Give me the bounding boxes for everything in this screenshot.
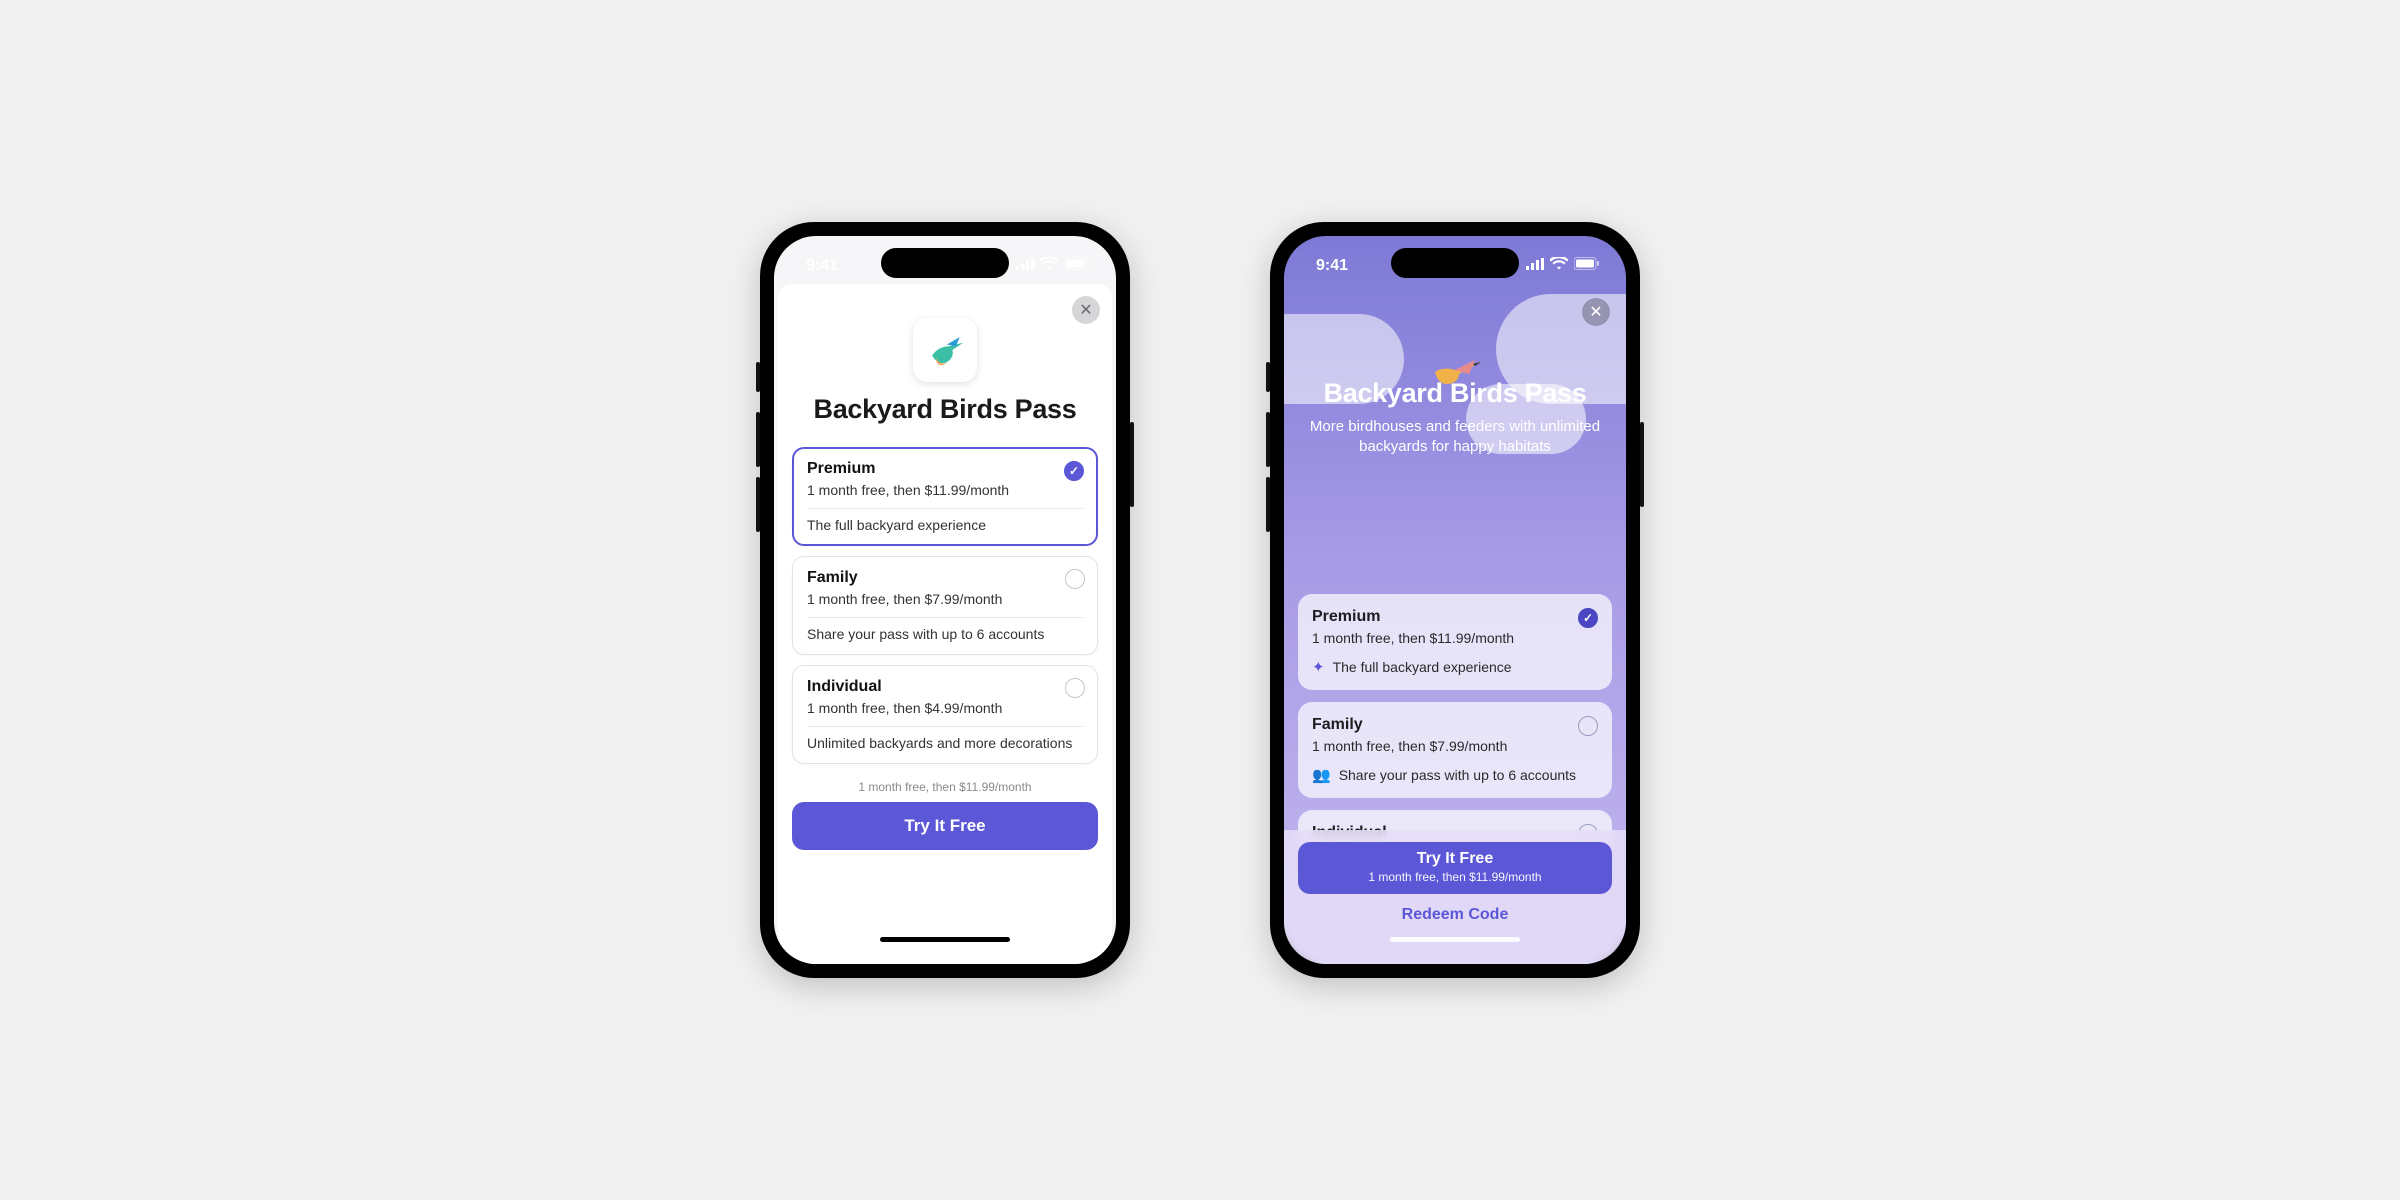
plan-desc: The full backyard experience — [807, 517, 1083, 533]
plan-desc: The full backyard experience — [1333, 659, 1512, 675]
plan-option-family[interactable]: Family 1 month free, then $7.99/month 👥 … — [1298, 702, 1612, 798]
radio-checked-icon — [1578, 608, 1598, 628]
plan-name: Individual — [807, 678, 1083, 696]
plan-price: 1 month free, then $11.99/month — [807, 482, 1083, 498]
cta-block: 1 month free, then $11.99/month Try It F… — [792, 780, 1098, 880]
paywall-title: Backyard Birds Pass — [792, 394, 1098, 425]
cta-subnote: 1 month free, then $11.99/month — [792, 780, 1098, 794]
side-button — [756, 412, 760, 467]
side-button — [756, 477, 760, 532]
try-free-button[interactable]: Try It Free 1 month free, then $11.99/mo… — [1298, 842, 1612, 894]
side-button — [756, 362, 760, 392]
plan-desc: Unlimited backyards and more decorations — [807, 735, 1083, 751]
radio-unchecked-icon — [1578, 716, 1598, 736]
wifi-icon — [1040, 257, 1058, 275]
plan-price: 1 month free, then $4.99/month — [807, 700, 1083, 716]
wifi-icon — [1550, 257, 1568, 275]
home-indicator[interactable] — [1390, 937, 1520, 942]
app-icon — [913, 318, 977, 382]
plan-name: Premium — [1312, 608, 1598, 626]
status-bar: 9:41 — [1284, 236, 1626, 284]
try-free-button[interactable]: Try It Free — [792, 802, 1098, 850]
home-indicator[interactable] — [880, 937, 1010, 942]
plan-name: Premium — [807, 460, 1083, 478]
screen: 9:41 ✕ — [1284, 236, 1626, 964]
plan-option-premium[interactable]: Premium 1 month free, then $11.99/month … — [792, 447, 1098, 546]
paywall-subtitle: More birdhouses and feeders with unlimit… — [1304, 417, 1606, 458]
plan-price: 1 month free, then $7.99/month — [807, 591, 1083, 607]
divider — [807, 726, 1083, 727]
paywall-title: Backyard Birds Pass — [1304, 378, 1606, 409]
radio-unchecked-icon — [1065, 678, 1085, 698]
plan-desc: Share your pass with up to 6 accounts — [807, 626, 1083, 642]
close-button[interactable]: ✕ — [1582, 298, 1610, 326]
plan-option-family[interactable]: Family 1 month free, then $7.99/month Sh… — [792, 556, 1098, 655]
close-button[interactable]: ✕ — [1072, 296, 1100, 324]
side-button — [1266, 412, 1270, 467]
plan-name: Family — [1312, 716, 1598, 734]
radio-unchecked-icon — [1065, 569, 1085, 589]
plan-name: Family — [807, 569, 1083, 587]
people-icon: 👥 — [1312, 766, 1331, 784]
cta-label: Try It Free — [1417, 850, 1493, 868]
cta-subnote: 1 month free, then $11.99/month — [1368, 870, 1541, 884]
battery-icon — [1574, 257, 1600, 275]
side-button — [1266, 362, 1270, 392]
divider — [807, 508, 1083, 509]
plan-price: 1 month free, then $7.99/month — [1312, 738, 1598, 754]
plan-desc: Share your pass with up to 6 accounts — [1339, 767, 1576, 783]
side-button — [1640, 422, 1644, 507]
status-icons — [1526, 257, 1600, 275]
bottom-dock: Try It Free 1 month free, then $11.99/mo… — [1284, 830, 1626, 964]
divider — [807, 617, 1083, 618]
side-button — [1266, 477, 1270, 532]
radio-checked-icon — [1064, 461, 1084, 481]
hummingbird-icon — [923, 328, 967, 372]
plan-list: Premium 1 month free, then $11.99/month … — [1284, 484, 1626, 854]
cellular-icon — [1016, 257, 1034, 275]
plan-option-premium[interactable]: Premium 1 month free, then $11.99/month … — [1298, 594, 1612, 690]
plan-option-individual[interactable]: Individual 1 month free, then $4.99/mont… — [792, 665, 1098, 764]
phone-purple: 9:41 ✕ — [1270, 222, 1640, 978]
side-button — [1130, 422, 1134, 507]
status-icons — [1016, 257, 1090, 275]
cellular-icon — [1526, 257, 1544, 275]
battery-icon — [1064, 257, 1090, 275]
close-icon: ✕ — [1589, 302, 1602, 322]
phone-light: 9:41 ✕ — [760, 222, 1130, 978]
screen: 9:41 ✕ — [774, 236, 1116, 964]
paywall-sheet: ✕ Backyard Birds Pass Premium 1 month fr… — [778, 284, 1112, 964]
hero: Backyard Birds Pass More birdhouses and … — [1284, 284, 1626, 484]
status-bar: 9:41 — [774, 236, 1116, 284]
plan-price: 1 month free, then $11.99/month — [1312, 630, 1598, 646]
close-icon: ✕ — [1079, 300, 1092, 320]
bird-icon: ✦ — [1312, 658, 1325, 676]
status-time: 9:41 — [1316, 257, 1348, 275]
redeem-code-link[interactable]: Redeem Code — [1298, 906, 1612, 924]
status-time: 9:41 — [806, 257, 838, 275]
